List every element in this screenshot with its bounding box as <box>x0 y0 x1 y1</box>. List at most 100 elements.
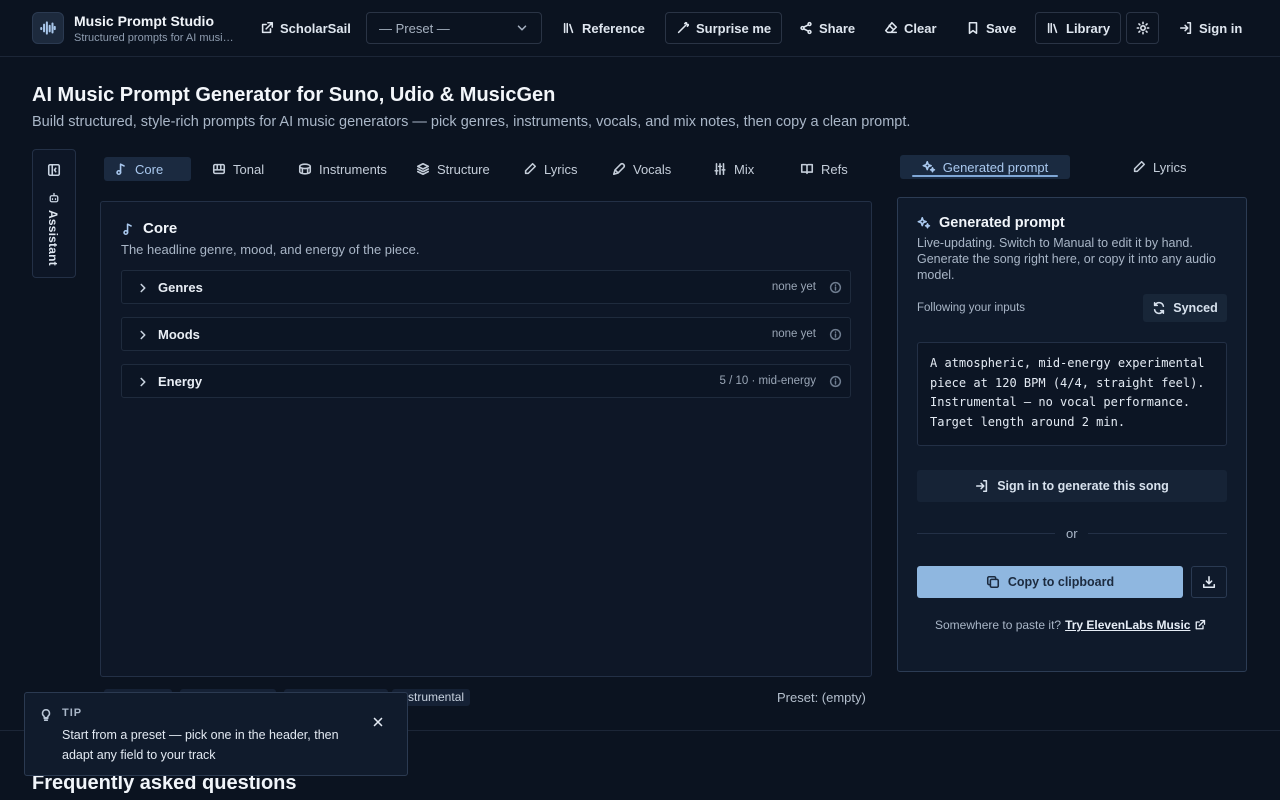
pen-icon <box>1133 160 1146 173</box>
generated-prompt-description: Live-updating. Switch to Manual to edit … <box>917 236 1216 282</box>
paste-hint: Somewhere to paste it? Try ElevenLabs Mu… <box>935 618 1206 632</box>
music-note-icon <box>116 163 125 176</box>
accordion-energy[interactable]: Energy 5 / 10 · mid-energy <box>121 364 851 398</box>
top-bar: Music Prompt Studio Structured prompts f… <box>0 0 1280 57</box>
page-subtitle: Build structured, style-rich prompts for… <box>32 114 911 130</box>
tab-label: Instruments <box>319 161 387 177</box>
tip-label: TIP <box>62 707 83 719</box>
tab-label: Lyrics <box>1153 159 1187 175</box>
external-link-icon <box>261 21 274 34</box>
mic-icon <box>612 162 626 176</box>
page-title: AI Music Prompt Generator for Suno, Udio… <box>32 84 556 106</box>
elevenlabs-link-label: Try ElevenLabs Music <box>1065 618 1191 632</box>
paste-prefix: Somewhere to paste it? <box>935 618 1062 632</box>
core-panel: Core The headline genre, mood, and energ… <box>100 201 872 677</box>
info-icon[interactable] <box>829 328 842 341</box>
accordion-moods[interactable]: Moods none yet <box>121 317 851 351</box>
piano-icon <box>212 163 226 175</box>
tab-refs[interactable]: Refs <box>790 157 858 181</box>
sliders-icon <box>714 162 726 176</box>
download-button[interactable] <box>1191 566 1227 598</box>
tab-label: Core <box>135 161 164 177</box>
accordion-meta: none yet <box>771 328 816 340</box>
reference-label: Reference <box>582 20 645 36</box>
tab-label: Vocals <box>633 161 672 177</box>
preset-status: Preset: (empty) <box>777 690 866 705</box>
divider <box>1088 533 1227 534</box>
accordion-label: Moods <box>158 327 200 342</box>
generated-prompt-panel: Generated prompt Live-updating. Switch t… <box>897 197 1247 672</box>
surprise-me-button[interactable]: Surprise me <box>665 12 783 44</box>
clear-button[interactable]: Clear <box>874 12 947 44</box>
share-label: Share <box>819 20 856 36</box>
lightbulb-icon <box>41 708 51 722</box>
log-in-icon <box>976 479 988 493</box>
tab-core[interactable]: Core <box>104 157 191 181</box>
tab-label: Tonal <box>233 161 265 177</box>
divider <box>917 533 1055 534</box>
accordion-meta: none yet <box>771 281 816 293</box>
library-label: Library <box>1066 20 1111 36</box>
panel-toggle-icon[interactable] <box>47 163 61 177</box>
bot-icon <box>49 192 59 203</box>
core-title: Core <box>143 220 178 237</box>
or-label: or <box>1066 526 1078 541</box>
synced-toggle-button[interactable]: Synced <box>1143 294 1227 322</box>
accordion-label: Energy <box>158 374 203 389</box>
drum-icon <box>298 163 312 175</box>
logo-waveform-icon[interactable] <box>32 12 64 44</box>
preset-select[interactable]: — Preset — <box>366 12 542 44</box>
chevron-right-icon <box>140 283 146 293</box>
tab-lyrics[interactable]: Lyrics <box>513 157 587 181</box>
magic-wand-icon <box>677 21 690 34</box>
log-in-icon <box>1179 21 1192 35</box>
generated-prompt-text[interactable]: A atmospheric, mid-energy experimental p… <box>917 342 1227 446</box>
brand-subtitle: Structured prompts for AI music generato… <box>74 32 239 44</box>
close-icon[interactable] <box>371 715 385 729</box>
active-tab-indicator <box>912 175 1058 177</box>
accordion-label: Genres <box>158 280 203 295</box>
external-link-icon <box>1196 619 1206 630</box>
tab-lyrics-output[interactable]: Lyrics <box>1132 157 1186 177</box>
brand-title: Music Prompt Studio <box>74 13 214 29</box>
sign-in-label: Sign in <box>1199 20 1243 36</box>
reference-button[interactable]: Reference <box>552 12 655 44</box>
tab-mix[interactable]: Mix <box>703 157 764 181</box>
save-label: Save <box>986 20 1017 36</box>
tab-tonal[interactable]: Tonal <box>202 157 274 181</box>
elevenlabs-link[interactable]: Try ElevenLabs Music <box>1065 618 1206 632</box>
surprise-me-label: Surprise me <box>696 20 772 36</box>
info-icon[interactable] <box>829 281 842 294</box>
theme-toggle-button[interactable] <box>1126 12 1159 44</box>
layers-icon <box>416 162 430 176</box>
synced-label: Synced <box>1173 301 1218 315</box>
pen-icon <box>524 162 537 175</box>
scholarsail-link[interactable]: ScholarSail <box>250 12 361 44</box>
clear-label: Clear <box>904 20 937 36</box>
tab-label: Refs <box>821 161 848 177</box>
generated-prompt-heading: Generated prompt <box>939 215 1065 231</box>
tab-label: Generated prompt <box>942 159 1049 175</box>
tab-vocals[interactable]: Vocals <box>602 157 681 181</box>
chevron-right-icon <box>140 377 146 387</box>
assistant-rail[interactable]: Assistant <box>32 149 76 278</box>
share-button[interactable]: Share <box>789 12 865 44</box>
accordion-meta: 5 / 10 · mid-energy <box>719 375 816 387</box>
refresh-icon <box>1154 301 1165 315</box>
sparkles-icon <box>917 216 931 229</box>
tab-label: Structure <box>437 161 490 177</box>
tab-instruments[interactable]: Instruments <box>288 157 397 181</box>
bookmark-icon <box>968 21 978 35</box>
save-button[interactable]: Save <box>956 12 1026 44</box>
info-icon[interactable] <box>829 375 842 388</box>
assistant-label: Assistant <box>46 210 60 266</box>
library-button[interactable]: Library <box>1035 12 1122 44</box>
copy-to-clipboard-button[interactable]: Copy to clipboard <box>917 566 1183 598</box>
eraser-icon <box>884 21 898 34</box>
tab-structure[interactable]: Structure <box>406 157 500 181</box>
sign-in-button[interactable]: Sign in <box>1169 12 1252 44</box>
copy-icon <box>986 575 999 589</box>
chevron-right-icon <box>140 330 146 340</box>
sign-in-generate-button[interactable]: Sign in to generate this song <box>917 470 1227 502</box>
accordion-genres[interactable]: Genres none yet <box>121 270 851 304</box>
